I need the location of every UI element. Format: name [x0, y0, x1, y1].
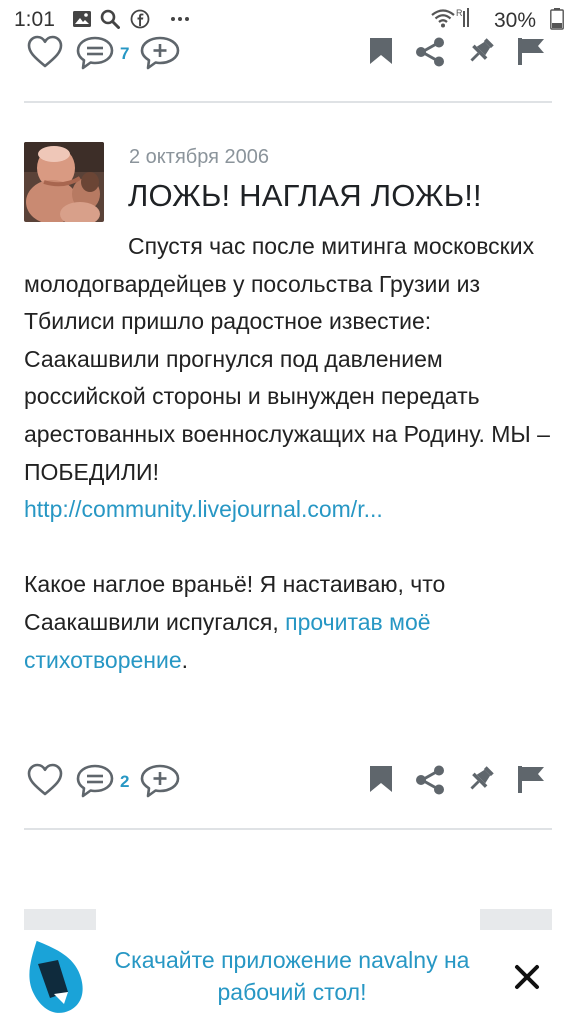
- navalny-logo-icon: [29, 940, 83, 1013]
- comments-count[interactable]: 7: [120, 44, 129, 64]
- post-divider: [24, 828, 552, 830]
- bookmark-icon[interactable]: [368, 765, 394, 793]
- flag-icon[interactable]: [516, 764, 546, 794]
- like-heart-icon[interactable]: [26, 761, 64, 799]
- image-icon: [73, 11, 91, 27]
- like-heart-icon[interactable]: [26, 33, 64, 71]
- post-paragraph-end: .: [181, 646, 189, 673]
- svg-text:R: R: [456, 8, 463, 18]
- avatar-image: [24, 142, 104, 222]
- comments-count[interactable]: 2: [120, 772, 129, 792]
- post-date: 2 октября 2006: [129, 146, 269, 168]
- signal-icon: R: [456, 8, 469, 27]
- flag-icon[interactable]: [516, 36, 546, 66]
- wifi-icon: [431, 9, 455, 28]
- banner-text[interactable]: Скачайте приложение navalny на рабочий с…: [86, 944, 498, 1008]
- post-actions: 2: [0, 756, 576, 806]
- more-dots-icon: [171, 17, 189, 21]
- battery-icon: [550, 8, 564, 30]
- facebook-icon: [130, 9, 150, 29]
- post-external-link[interactable]: http://community.livejournal.com/r...: [24, 496, 383, 522]
- share-icon[interactable]: [414, 36, 446, 68]
- post-paragraph: Какое наглое враньё! Я настаиваю, что Са…: [24, 566, 560, 679]
- share-icon[interactable]: [414, 764, 446, 796]
- add-comment-icon[interactable]: [138, 34, 182, 72]
- pin-icon[interactable]: [466, 36, 496, 66]
- post-body: Спустя час после митинга московских моло…: [24, 228, 560, 679]
- post-paragraph: Спустя час после митинга московских моло…: [24, 228, 560, 491]
- post-title[interactable]: ЛОЖЬ! НАГЛАЯ ЛОЖЬ!!: [128, 178, 482, 214]
- bookmark-icon[interactable]: [368, 37, 394, 65]
- close-icon[interactable]: [508, 958, 546, 996]
- search-icon: [100, 9, 120, 29]
- post-paragraph-text: Спустя час после митинга московских моло…: [24, 233, 550, 485]
- pin-icon[interactable]: [466, 764, 496, 794]
- post-divider: [24, 101, 552, 103]
- comment-bubble-icon[interactable]: [74, 762, 116, 800]
- add-comment-icon[interactable]: [138, 762, 182, 800]
- author-avatar[interactable]: [24, 142, 104, 222]
- comment-bubble-icon[interactable]: [74, 34, 116, 72]
- post-actions-top: 7: [0, 28, 576, 78]
